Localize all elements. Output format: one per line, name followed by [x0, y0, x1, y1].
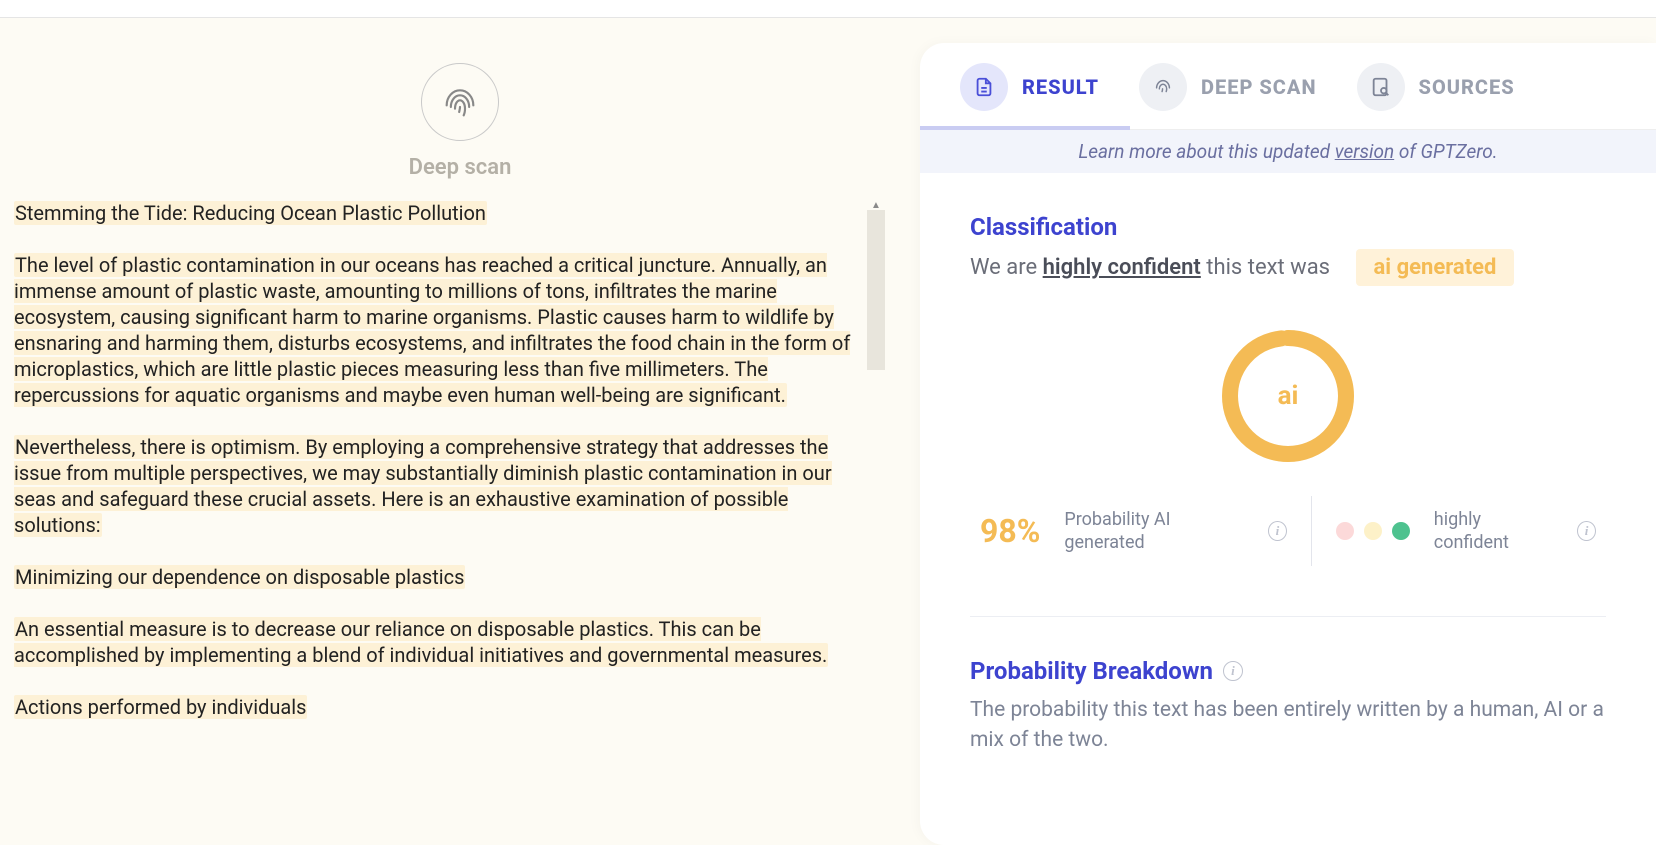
tab-deep-label: DEEP SCAN: [1201, 75, 1316, 99]
input-card: Deep scan ▲ Stemming the Tide: Reducing …: [0, 43, 920, 845]
text-p1: The level of plastic contamination in ou…: [14, 253, 850, 407]
document-text[interactable]: Stemming the Tide: Reducing Ocean Plasti…: [14, 200, 910, 720]
classification-line: We are highly confident this text was ai…: [970, 249, 1606, 286]
tabs-bar: RESULT DEEP SCAN SOURCES: [920, 43, 1656, 130]
banner-pre: Learn more about this updated: [1078, 140, 1334, 163]
breakdown-heading: Probability Breakdown i: [970, 657, 1606, 685]
probability-donut: ai: [1218, 326, 1358, 466]
browser-chrome-strip: [0, 0, 1656, 18]
cls-pre: We are: [970, 255, 1043, 280]
text-input-area[interactable]: ▲ Stemming the Tide: Reducing Ocean Plas…: [10, 200, 910, 760]
confidence-label: highly confident: [1434, 508, 1553, 555]
text-h2: Minimizing our dependence on disposable …: [14, 565, 465, 589]
dot-mid: [1364, 522, 1382, 540]
cls-post: this text was: [1201, 255, 1330, 280]
file-icon: [960, 63, 1008, 111]
text-p2: Nevertheless, there is optimism. By empl…: [14, 435, 832, 537]
donut-label: ai: [1218, 326, 1358, 466]
search-doc-icon: [1357, 63, 1405, 111]
text-title: Stemming the Tide: Reducing Ocean Plasti…: [14, 201, 487, 225]
stats-row: 98% Probability AI generated i highly co…: [970, 496, 1606, 566]
text-h3: Actions performed by individuals: [14, 695, 307, 719]
page-body: Deep scan ▲ Stemming the Tide: Reducing …: [0, 18, 1656, 845]
tab-sources-label: SOURCES: [1419, 75, 1515, 99]
fingerprint-icon: [421, 63, 499, 141]
tab-sources[interactable]: SOURCES: [1357, 63, 1515, 129]
right-panel: RESULT DEEP SCAN SOURCES Learn more abou…: [920, 18, 1656, 845]
ai-generated-badge: ai generated: [1356, 249, 1515, 286]
fingerprint-small-icon: [1139, 63, 1187, 111]
cls-confidence: highly confident: [1043, 255, 1201, 280]
left-panel: Deep scan ▲ Stemming the Tide: Reducing …: [0, 18, 920, 845]
banner-post: of GPTZero.: [1394, 140, 1497, 163]
results-card: RESULT DEEP SCAN SOURCES Learn more abou…: [920, 43, 1656, 845]
tab-result[interactable]: RESULT: [960, 63, 1099, 129]
info-icon-3[interactable]: i: [1223, 661, 1243, 681]
scan-label: Deep scan: [409, 155, 512, 180]
divider: [1311, 496, 1312, 566]
dot-high: [1392, 522, 1410, 540]
info-banner: Learn more about this updated version of…: [920, 130, 1656, 173]
scroll-up-arrow[interactable]: ▲: [867, 200, 885, 210]
section-divider: [970, 616, 1606, 617]
active-tab-underline: [920, 126, 1130, 130]
dot-low: [1336, 522, 1354, 540]
confidence-dots: [1336, 522, 1410, 540]
info-icon-2[interactable]: i: [1577, 521, 1596, 541]
scrollbar-thumb[interactable]: [867, 210, 885, 370]
tab-result-label: RESULT: [1022, 75, 1099, 99]
text-p3: An essential measure is to decrease our …: [14, 617, 828, 667]
classification-heading: Classification: [970, 213, 1606, 241]
donut-row: ai: [970, 326, 1606, 466]
info-icon[interactable]: i: [1268, 521, 1287, 541]
results-body: Classification We are highly confident t…: [920, 173, 1656, 845]
probability-label: Probability AI generated: [1064, 508, 1244, 555]
breakdown-text: The probability this text has been entir…: [970, 695, 1606, 756]
probability-percent: 98%: [980, 512, 1040, 550]
banner-version-link[interactable]: version: [1335, 140, 1395, 163]
scan-header: Deep scan: [10, 63, 910, 180]
tab-deep-scan[interactable]: DEEP SCAN: [1139, 63, 1316, 129]
breakdown-heading-text: Probability Breakdown: [970, 657, 1213, 685]
